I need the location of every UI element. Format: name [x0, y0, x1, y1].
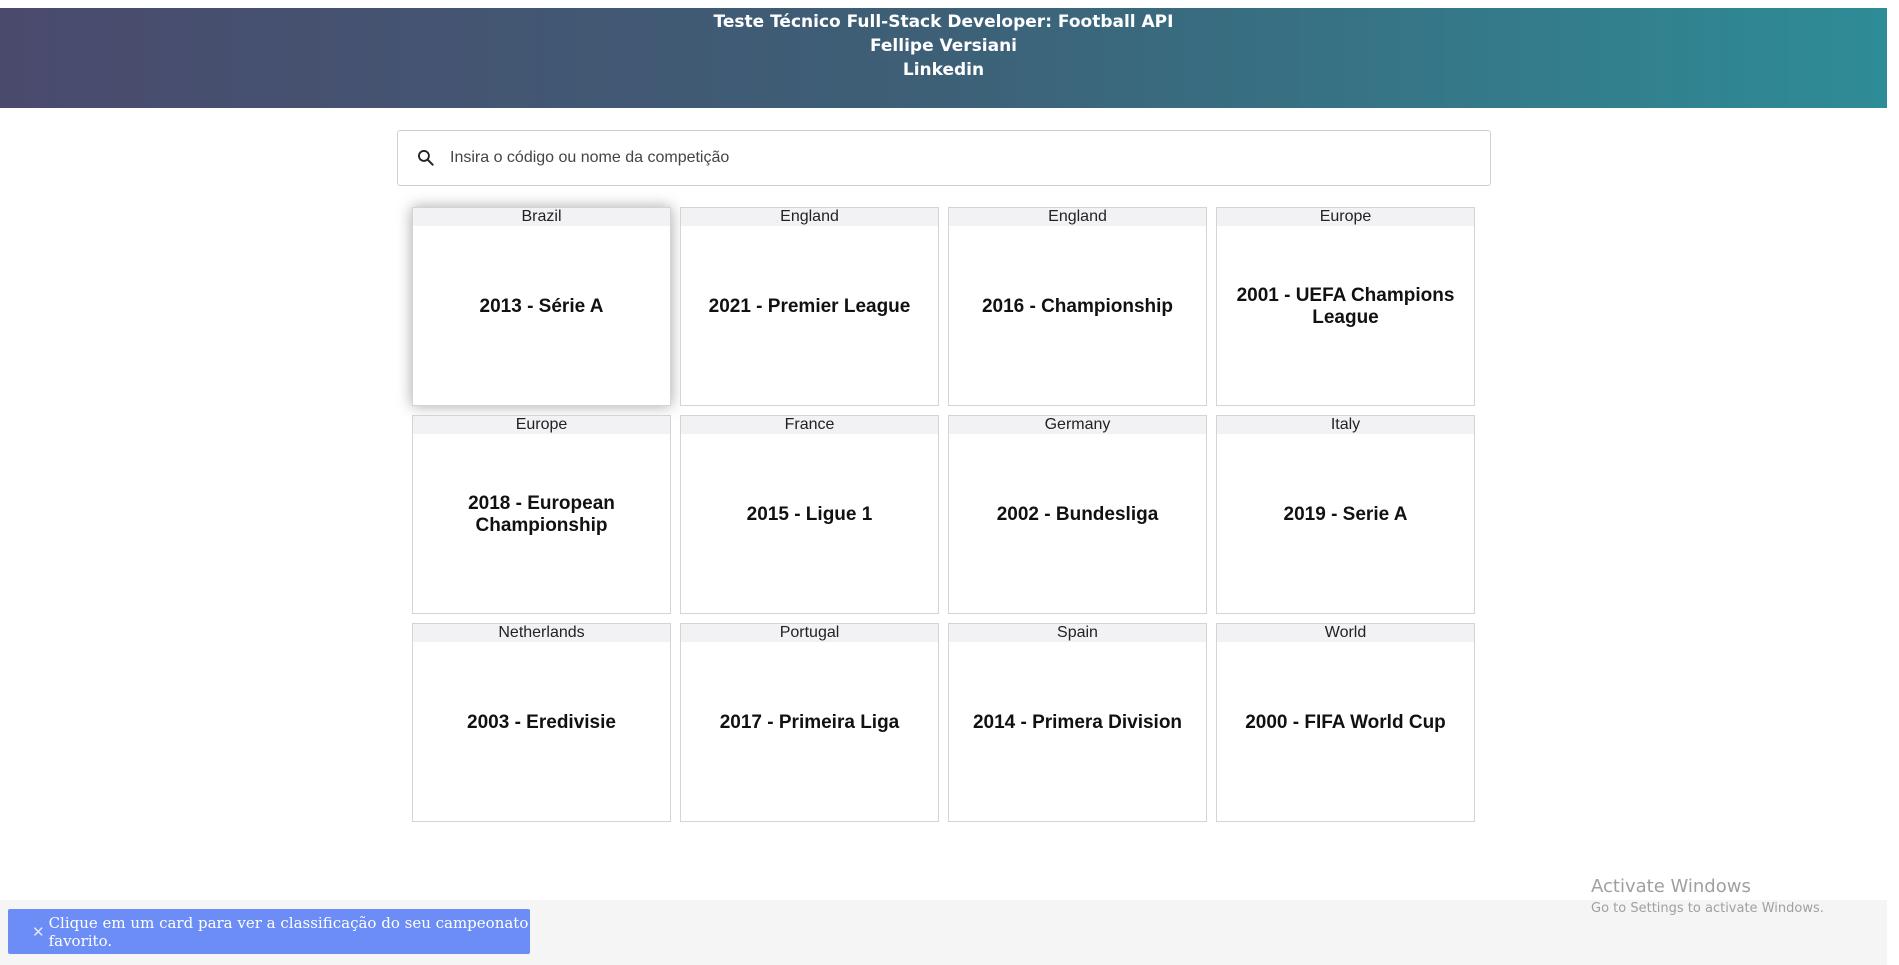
card-area: Portugal	[681, 624, 938, 642]
card-title: 2016 - Championship	[981, 295, 1174, 317]
card-title: 2000 - FIFA World Cup	[1245, 711, 1446, 733]
page-header: Teste Técnico Full-Stack Developer: Foot…	[0, 8, 1887, 108]
windows-activation-watermark: Activate Windows Go to Settings to activ…	[1591, 876, 1824, 918]
card-area: Brazil	[413, 208, 670, 226]
competition-card[interactable]: England 2021 - Premier League	[680, 207, 939, 406]
toast-message: Clique em um card para ver a classificaç…	[48, 913, 529, 950]
card-title: 2002 - Bundesliga	[996, 503, 1159, 525]
competition-card[interactable]: Europe 2018 - European Championship	[412, 415, 671, 614]
card-title: 2003 - Eredivisie	[467, 711, 616, 733]
card-area: World	[1217, 624, 1474, 642]
card-area: England	[949, 208, 1206, 226]
competition-card[interactable]: France 2015 - Ligue 1	[680, 415, 939, 614]
watermark-subtitle: Go to Settings to activate Windows.	[1591, 901, 1824, 916]
competition-card[interactable]: Netherlands 2003 - Eredivisie	[412, 623, 671, 822]
card-area: Europe	[413, 416, 670, 434]
search-bar[interactable]	[397, 130, 1491, 186]
linkedin-link[interactable]: Linkedin	[0, 58, 1887, 82]
competition-card[interactable]: World 2000 - FIFA World Cup	[1216, 623, 1475, 822]
info-toast: ✕ Clique em um card para ver a classific…	[8, 909, 530, 954]
card-area: England	[681, 208, 938, 226]
card-area: Italy	[1217, 416, 1474, 434]
search-icon	[416, 148, 436, 168]
page-title: Teste Técnico Full-Stack Developer: Foot…	[713, 12, 1174, 32]
card-title: 2019 - Serie A	[1283, 503, 1408, 525]
competition-card[interactable]: England 2016 - Championship	[948, 207, 1207, 406]
competition-card[interactable]: Brazil 2013 - Série A	[412, 207, 671, 406]
card-area: France	[681, 416, 938, 434]
competition-grid: Brazil 2013 - Série A England 2021 - Pre…	[412, 207, 1475, 822]
card-area: Netherlands	[413, 624, 670, 642]
watermark-title: Activate Windows	[1591, 876, 1751, 897]
competition-card[interactable]: Italy 2019 - Serie A	[1216, 415, 1475, 614]
card-title: 2017 - Primeira Liga	[719, 711, 900, 733]
card-title: 2014 - Primera Division	[972, 711, 1183, 733]
competition-card[interactable]: Portugal 2017 - Primeira Liga	[680, 623, 939, 822]
close-icon[interactable]: ✕	[32, 923, 45, 941]
author-name: Fellipe Versiani	[869, 36, 1018, 56]
card-area: Germany	[949, 416, 1206, 434]
card-area: Spain	[949, 624, 1206, 642]
competition-card[interactable]: Germany 2002 - Bundesliga	[948, 415, 1207, 614]
card-title: 2013 - Série A	[479, 295, 604, 317]
card-area: Europe	[1217, 208, 1474, 226]
competition-card[interactable]: Spain 2014 - Primera Division	[948, 623, 1207, 822]
card-title: 2021 - Premier League	[708, 295, 911, 317]
card-title: 2001 - UEFA Champions League	[1236, 284, 1455, 328]
competition-card[interactable]: Europe 2001 - UEFA Champions League	[1216, 207, 1475, 406]
card-title: 2018 - European Championship	[468, 492, 615, 536]
card-title: 2015 - Ligue 1	[746, 503, 873, 525]
search-input[interactable]	[448, 148, 1452, 168]
